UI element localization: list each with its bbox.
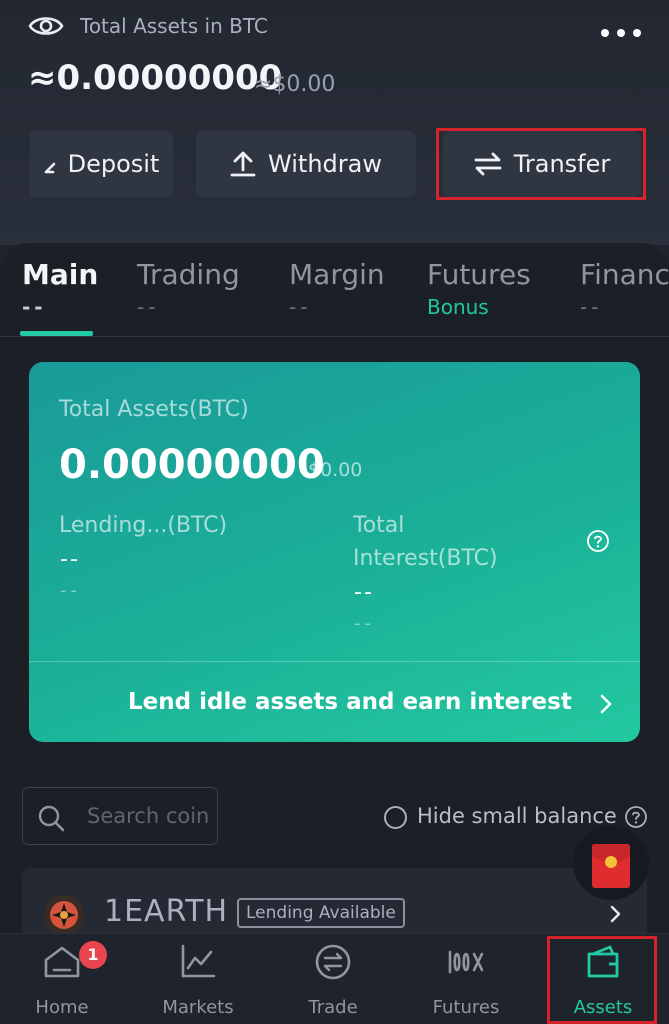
nav-futures-label: Futures	[432, 997, 500, 1018]
wallet-icon	[587, 945, 619, 978]
notification-badge: 1	[79, 941, 107, 969]
more-options-icon[interactable]	[598, 26, 644, 40]
card-interest-label-line1: Total	[353, 513, 405, 538]
nav-markets[interactable]: Markets	[148, 933, 248, 1024]
hide-small-balances-label[interactable]: Hide small balances	[417, 804, 617, 828]
tab-financial[interactable]: Financ --	[580, 258, 669, 319]
card-total-usd: $0.00	[308, 459, 363, 481]
tab-financial-value: --	[580, 295, 603, 319]
lend-cta-link[interactable]: Lend idle assets and earn interest	[128, 689, 572, 715]
hide-small-help-icon[interactable]	[624, 805, 648, 829]
nav-futures[interactable]: Futures	[416, 933, 516, 1024]
chevron-right-icon[interactable]	[609, 904, 623, 924]
card-interest-value: --	[354, 580, 374, 605]
total-balance: ≈0.00000000	[28, 58, 283, 98]
search-input[interactable]	[87, 800, 211, 832]
tab-trading[interactable]: Trading --	[137, 258, 240, 319]
deposit-icon	[44, 162, 55, 174]
total-balance-usd: ≈$0.00	[254, 72, 336, 97]
card-lending-label: Lending...(BTC)	[59, 513, 228, 538]
nav-assets-label: Assets	[573, 997, 633, 1018]
trade-exchange-icon	[315, 944, 351, 980]
transfer-arrows-icon	[474, 152, 502, 176]
chevron-right-icon[interactable]	[599, 693, 613, 715]
nav-home-label: Home	[35, 997, 89, 1018]
deposit-label: Deposit	[67, 150, 160, 178]
home-icon	[44, 946, 80, 978]
nav-trade-label: Trade	[308, 997, 358, 1018]
card-lending-value: --	[60, 547, 80, 572]
nav-markets-label: Markets	[162, 997, 234, 1018]
nav-trade[interactable]: Trade	[283, 933, 383, 1024]
card-interest-label-line2: Interest(BTC)	[353, 546, 498, 571]
tab-futures-label: Futures	[427, 258, 531, 291]
deposit-button[interactable]: Deposit	[30, 131, 173, 197]
nav-assets[interactable]: Assets	[553, 933, 653, 1024]
futures-100x-icon	[448, 950, 484, 974]
red-envelope-button[interactable]	[573, 826, 649, 900]
markets-chart-icon	[181, 944, 216, 978]
coin-name: 1EARTH	[104, 894, 229, 929]
earth-coin-icon	[44, 895, 84, 935]
tab-futures-bonus: Bonus	[427, 295, 489, 319]
search-box[interactable]	[22, 787, 218, 845]
tabs-divider	[0, 336, 669, 337]
withdraw-label: Withdraw	[268, 150, 382, 178]
withdraw-button[interactable]: Withdraw	[196, 131, 416, 197]
red-envelope-seal	[605, 856, 617, 868]
card-total-label: Total Assets(BTC)	[59, 397, 249, 422]
tab-main-value: --	[22, 295, 47, 319]
card-divider	[29, 661, 640, 662]
transfer-label: Transfer	[513, 150, 611, 178]
tab-trading-value: --	[137, 295, 160, 319]
hide-small-balances-radio[interactable]	[384, 806, 407, 829]
card-total-value: 0.00000000	[59, 442, 325, 488]
lending-available-badge: Lending Available	[237, 898, 405, 928]
tab-margin[interactable]: Margin --	[289, 258, 385, 319]
tab-financial-label: Financ	[580, 258, 669, 291]
transfer-button[interactable]: Transfer	[443, 131, 641, 197]
tab-main[interactable]: Main --	[22, 258, 98, 319]
lending-summary-card: Total Assets(BTC) 0.00000000 $0.00 Lendi…	[29, 362, 640, 742]
tab-trading-label: Trading	[137, 258, 240, 291]
upload-icon	[230, 151, 256, 177]
tab-futures[interactable]: Futures Bonus	[427, 258, 531, 319]
eye-icon[interactable]	[28, 12, 64, 40]
search-icon	[38, 805, 65, 832]
card-interest-sub: --	[354, 613, 375, 634]
tab-margin-label: Margin	[289, 258, 385, 291]
help-icon[interactable]	[586, 529, 610, 553]
tab-margin-value: --	[289, 295, 312, 319]
tab-main-label: Main	[22, 258, 99, 291]
total-assets-title: Total Assets in BTC	[80, 14, 268, 38]
card-lending-sub: --	[60, 580, 81, 601]
